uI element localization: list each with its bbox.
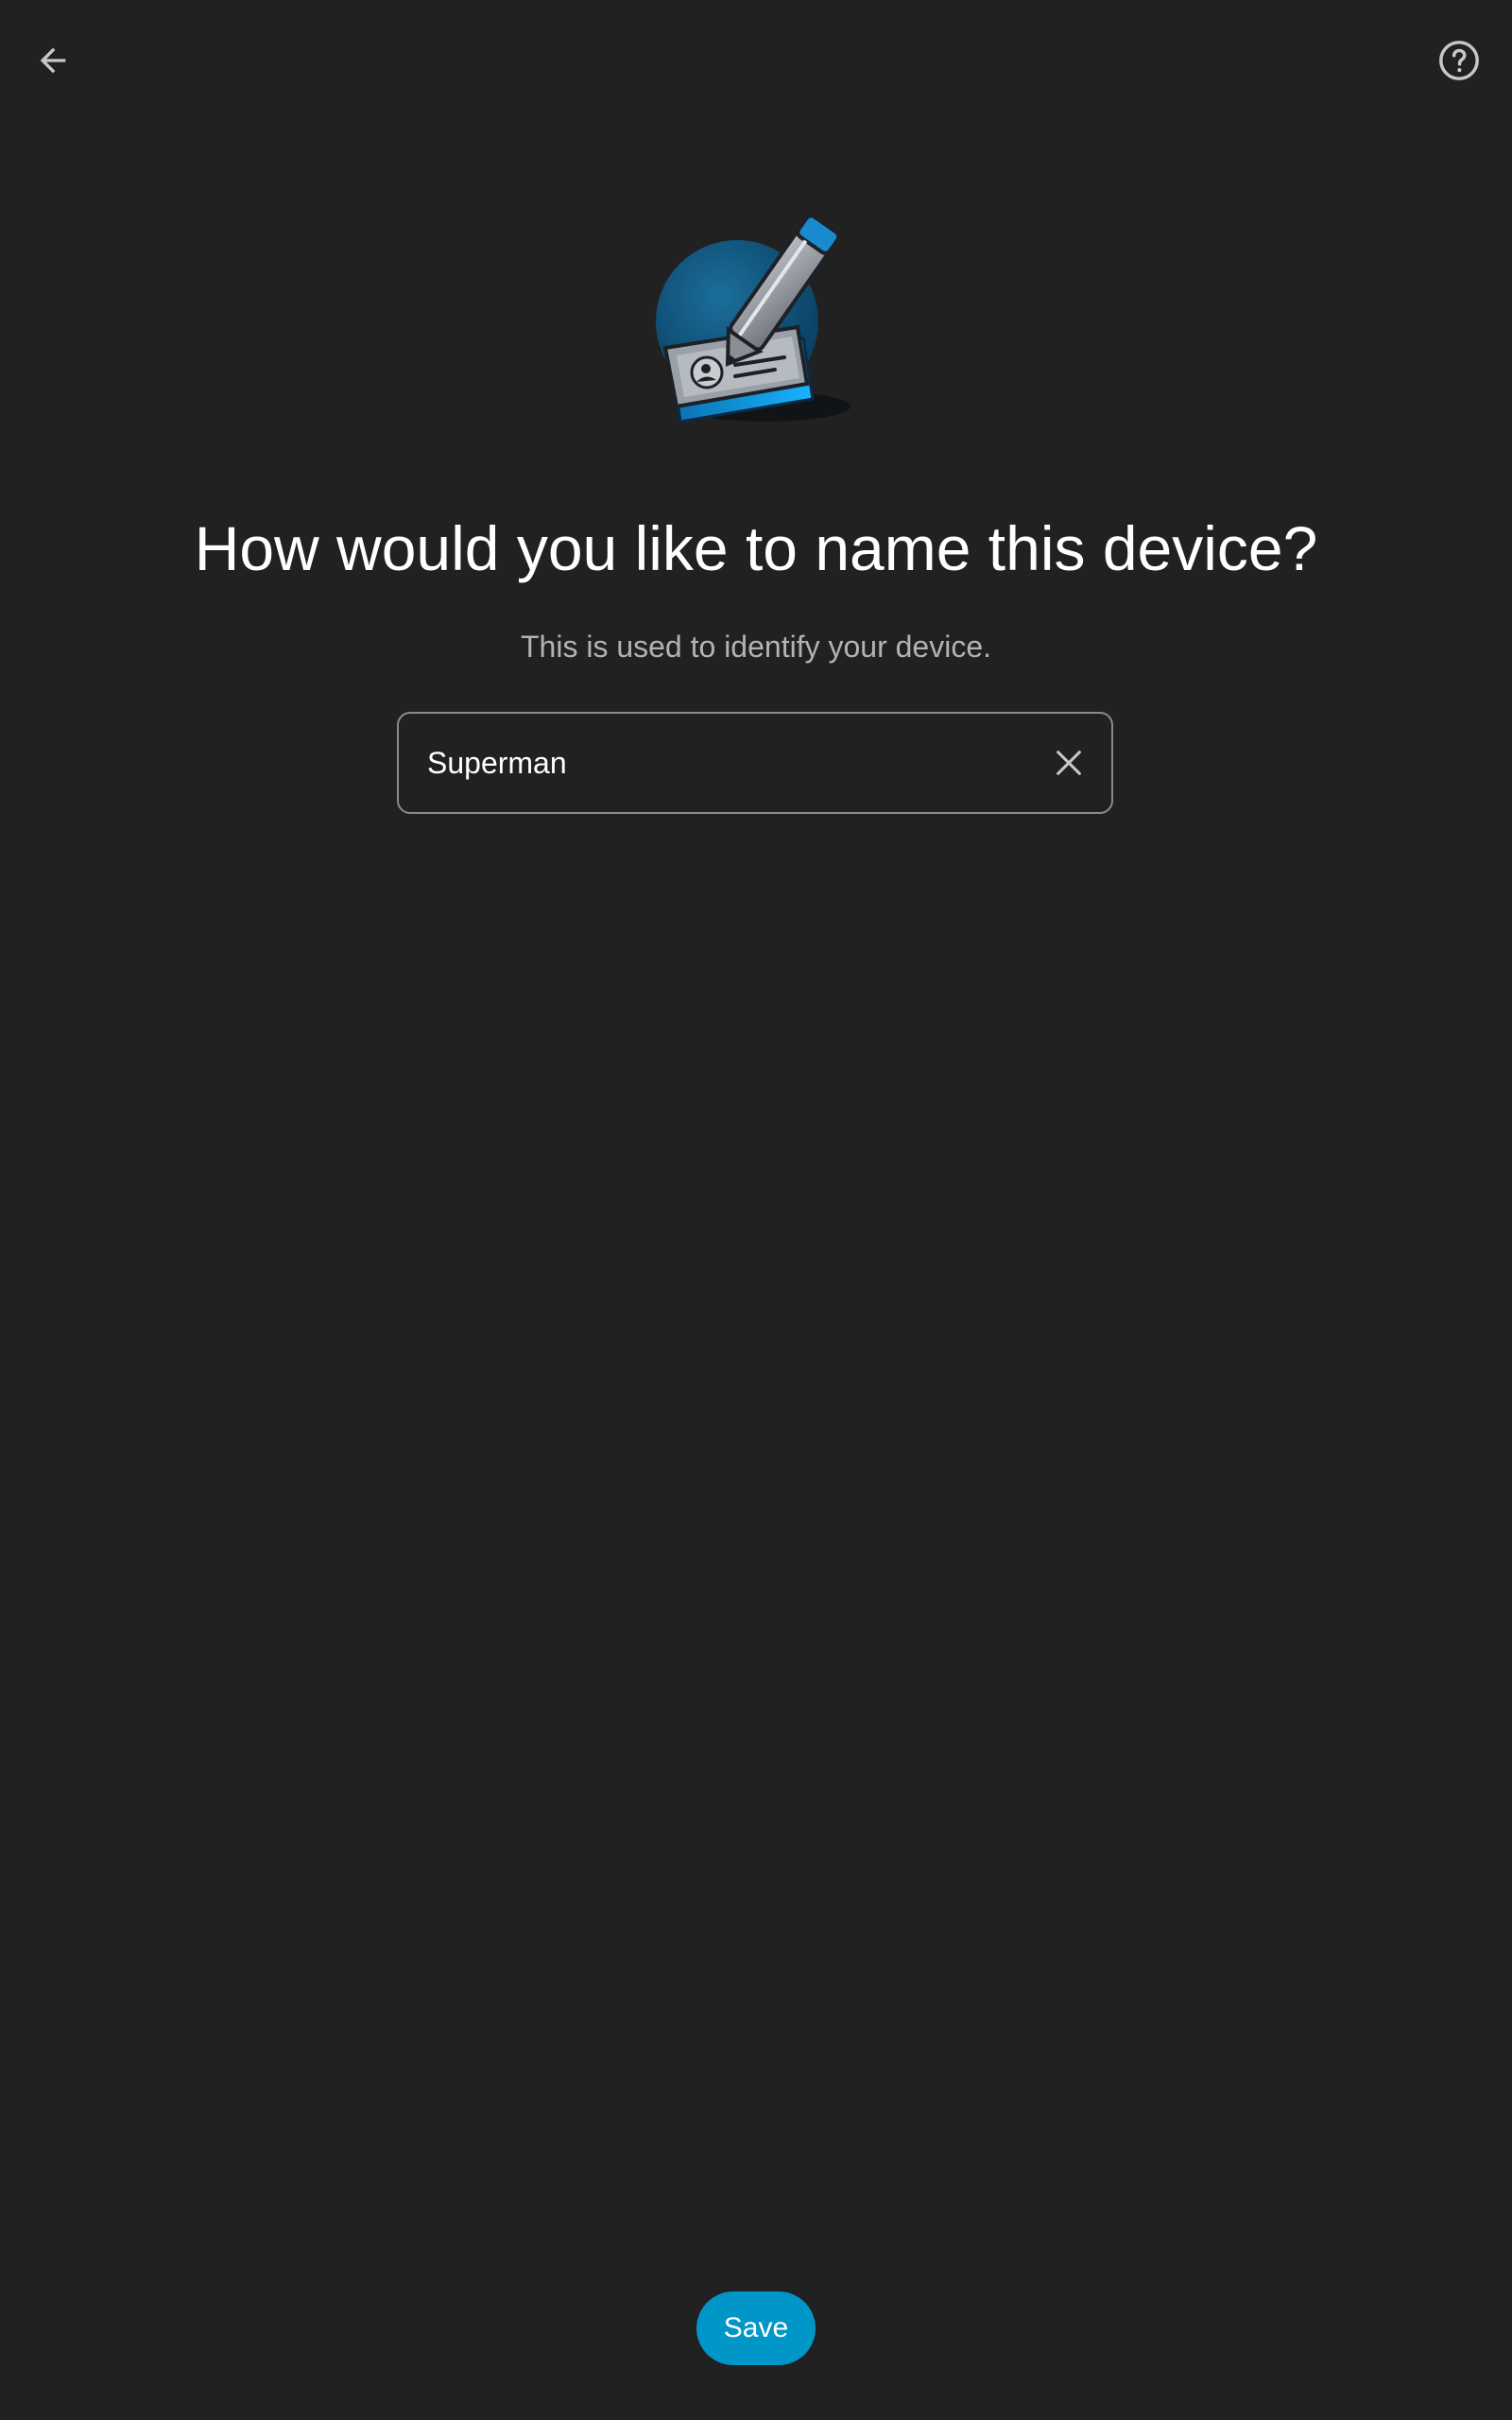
device-name-field (397, 712, 1113, 814)
device-rename-illustration (624, 189, 888, 454)
back-button[interactable] (15, 23, 91, 98)
save-button[interactable]: Save (696, 2291, 816, 2365)
device-name-input[interactable] (399, 714, 1026, 812)
clear-button[interactable] (1026, 714, 1111, 812)
page-title: How would you like to name this device? (194, 513, 1318, 583)
close-icon (1057, 751, 1081, 775)
help-button[interactable] (1421, 23, 1497, 98)
device-name-screen: How would you like to name this device? … (0, 0, 1512, 2420)
arrow-left-icon (40, 47, 66, 74)
help-circle-icon (1439, 41, 1479, 80)
page-subtitle: This is used to identify your device. (520, 630, 991, 664)
